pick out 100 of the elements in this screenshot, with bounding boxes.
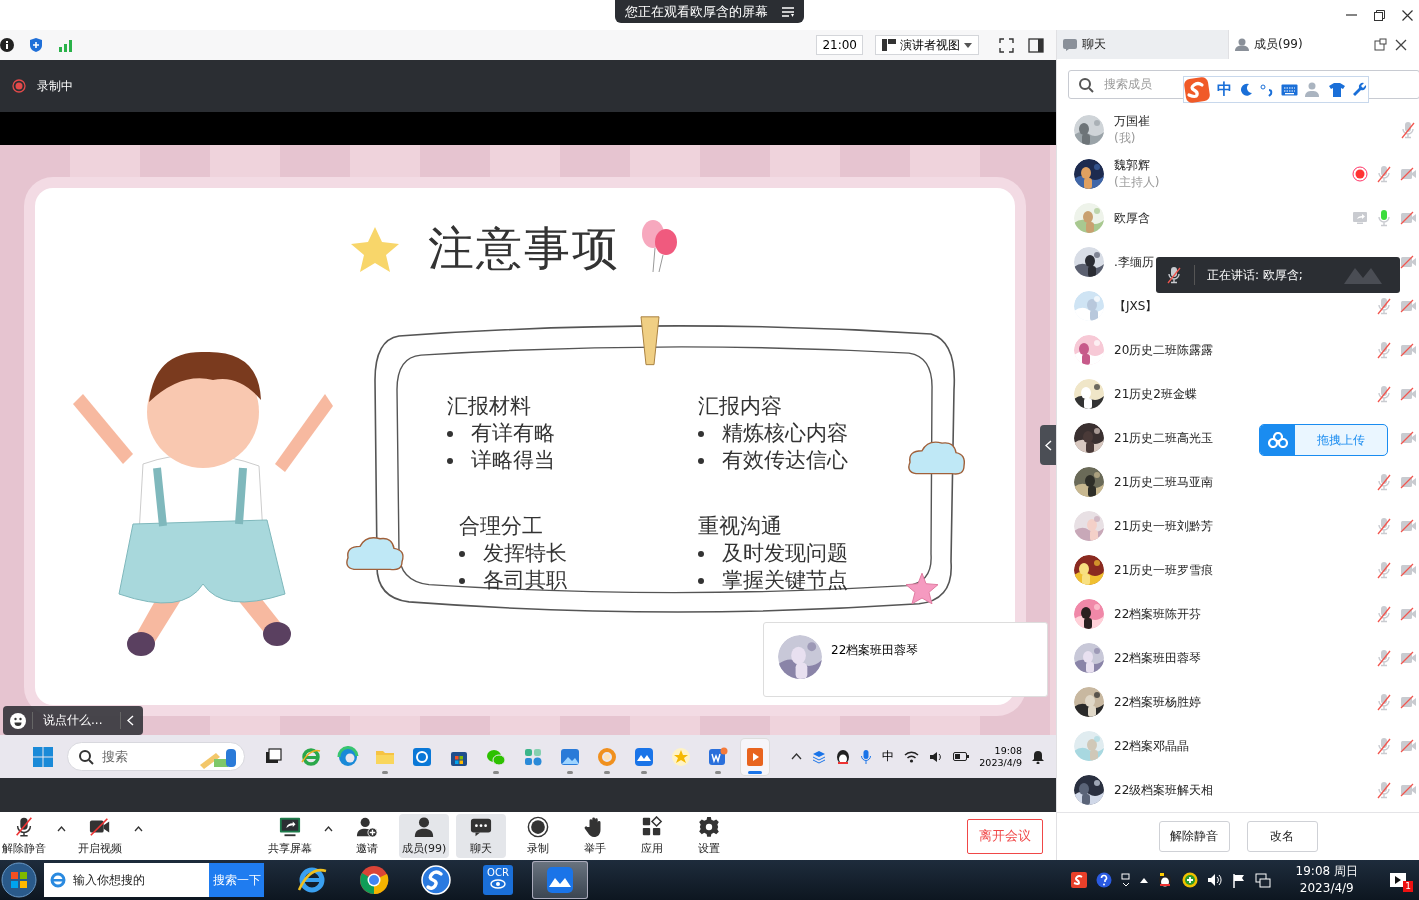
mic-muted-icon[interactable]	[1376, 693, 1392, 711]
penguin-icon[interactable]	[836, 748, 851, 765]
start-orb-icon[interactable]	[1, 862, 37, 898]
mic-icon[interactable]	[860, 748, 873, 765]
penguin-icon[interactable]	[1156, 872, 1173, 888]
flag-icon[interactable]	[1231, 872, 1246, 888]
action-button[interactable]: 解除静音	[1158, 821, 1230, 852]
toolbar-button[interactable]: 邀请	[342, 814, 392, 858]
member-name: 22档案班杨胜婷	[1114, 693, 1202, 711]
toolbar-button[interactable]: 举手	[570, 814, 620, 858]
mic-muted-icon[interactable]	[1376, 341, 1392, 359]
emoji-icon[interactable]	[10, 712, 26, 729]
taskbar-app[interactable]	[532, 861, 588, 899]
sogou-logo-icon[interactable]	[1070, 872, 1087, 888]
mic-muted-icon[interactable]	[1376, 737, 1392, 755]
shield-icon[interactable]	[28, 37, 44, 53]
chat-icon	[1063, 38, 1077, 51]
section-heading: 汇报内容	[698, 393, 783, 420]
shirt-icon[interactable]	[1329, 82, 1345, 97]
settings-icon	[698, 816, 720, 838]
speaking-text: 正在讲话: 欧厚含;	[1207, 266, 1304, 284]
toolbar-button[interactable]: 成员(99)	[399, 814, 449, 858]
plus-circle-icon[interactable]	[1181, 872, 1198, 888]
toolbar-button[interactable]: 共享屏幕	[265, 814, 315, 858]
input-method-indicator[interactable]: 中	[882, 748, 895, 765]
mic-muted-icon[interactable]	[1376, 781, 1392, 799]
bullet-item: 详略得当	[447, 447, 555, 474]
help-icon[interactable]	[1095, 872, 1112, 888]
mic-muted-icon[interactable]	[1376, 561, 1392, 579]
mic-muted-icon[interactable]	[1376, 385, 1392, 403]
toolbar-button[interactable]: 聊天	[456, 814, 506, 858]
windows-icon[interactable]	[1120, 873, 1131, 887]
action-button[interactable]: 改名	[1246, 821, 1318, 852]
volume-icon[interactable]	[1206, 873, 1223, 887]
chevron-up-icon[interactable]	[791, 753, 803, 760]
popout-icon[interactable]	[1374, 38, 1387, 51]
mic-muted-icon[interactable]	[1400, 121, 1416, 139]
close-button[interactable]	[1399, 7, 1415, 23]
caret-up-icon[interactable]	[57, 826, 66, 832]
ocr-app-icon: OCR	[483, 865, 513, 895]
meeting-timer: 21:00	[816, 35, 863, 55]
toolbar-button[interactable]: 开启视频	[75, 814, 125, 858]
info-icon[interactable]	[0, 38, 14, 52]
moon-icon[interactable]	[1239, 82, 1253, 97]
member-name: 22档案邓晶晶	[1114, 737, 1190, 755]
caret-up-icon[interactable]	[134, 826, 143, 832]
ime-mode[interactable]: 中	[1217, 80, 1232, 99]
battery-icon[interactable]	[953, 752, 970, 761]
mic-muted-icon[interactable]	[1376, 649, 1392, 667]
punctuation-icon[interactable]	[1260, 82, 1274, 97]
toolbar-button[interactable]: 录制	[513, 814, 563, 858]
leave-meeting-button[interactable]: 离开会议	[967, 818, 1043, 854]
search-button[interactable]: 搜索一下	[209, 863, 264, 897]
search-field[interactable]: 搜索	[67, 742, 245, 771]
member-name: 21历史二班高光玉	[1114, 429, 1214, 447]
toolbar-button[interactable]: 解除静音	[0, 814, 48, 858]
volume-icon[interactable]	[929, 750, 944, 763]
mic-muted-icon[interactable]	[1376, 165, 1392, 183]
network-icon[interactable]	[1254, 872, 1271, 888]
mic-muted-icon	[1166, 266, 1182, 284]
windows-start-icon[interactable]	[33, 746, 53, 767]
view-dropdown[interactable]: 演讲者视图	[875, 35, 979, 55]
play-icon[interactable]	[741, 738, 769, 775]
taskbar-app[interactable]: OCR	[470, 861, 526, 899]
toolbar-button[interactable]: 应用	[627, 814, 677, 858]
member-name: 22级档案班解天相	[1114, 781, 1214, 799]
wrench-icon[interactable]	[1352, 82, 1367, 97]
wifi-icon[interactable]	[904, 750, 920, 763]
layers-icon[interactable]	[812, 749, 827, 764]
camera-off-icon	[89, 816, 111, 838]
search-field[interactable]: 输入你想搜的	[44, 863, 209, 897]
browser-icon	[49, 871, 67, 889]
add-person-icon	[356, 816, 378, 838]
keyboard-icon[interactable]	[1281, 83, 1298, 96]
notification-icon[interactable]	[1389, 872, 1407, 888]
sidebar-toggle-button[interactable]	[1028, 37, 1044, 53]
clock[interactable]: 19:08 2023/4/9	[979, 744, 1022, 769]
chevron-left-icon[interactable]	[127, 715, 134, 726]
collapse-button[interactable]	[1040, 425, 1056, 465]
toolbar-button[interactable]: 设置	[684, 814, 734, 858]
chevron-up-icon[interactable]	[1139, 877, 1148, 883]
mic-muted-icon[interactable]	[1376, 605, 1392, 623]
minimize-icon	[1345, 14, 1357, 16]
caret-icon	[964, 42, 972, 48]
bell-icon[interactable]	[1032, 749, 1044, 764]
fullscreen-button[interactable]	[999, 37, 1014, 53]
chevron-left-icon	[1044, 439, 1052, 451]
caret-up-icon[interactable]	[324, 826, 333, 832]
panel-tab[interactable]: 聊天	[1057, 30, 1229, 59]
camera-off-icon[interactable]	[1399, 255, 1417, 269]
mic-muted-icon[interactable]	[1376, 297, 1392, 315]
signal-icon[interactable]	[58, 38, 74, 52]
menu-icon[interactable]	[782, 6, 794, 17]
speaker-name: 22档案班田蓉琴	[831, 642, 919, 659]
restore-button[interactable]	[1371, 7, 1387, 23]
mic-muted-icon[interactable]	[1376, 473, 1392, 491]
close-icon[interactable]	[1395, 38, 1407, 51]
clock[interactable]: 19:08 周日 2023/4/9	[1295, 863, 1358, 897]
mic-muted-icon[interactable]	[1376, 517, 1392, 535]
chat-input-field[interactable]: 说点什么...	[3, 706, 143, 735]
